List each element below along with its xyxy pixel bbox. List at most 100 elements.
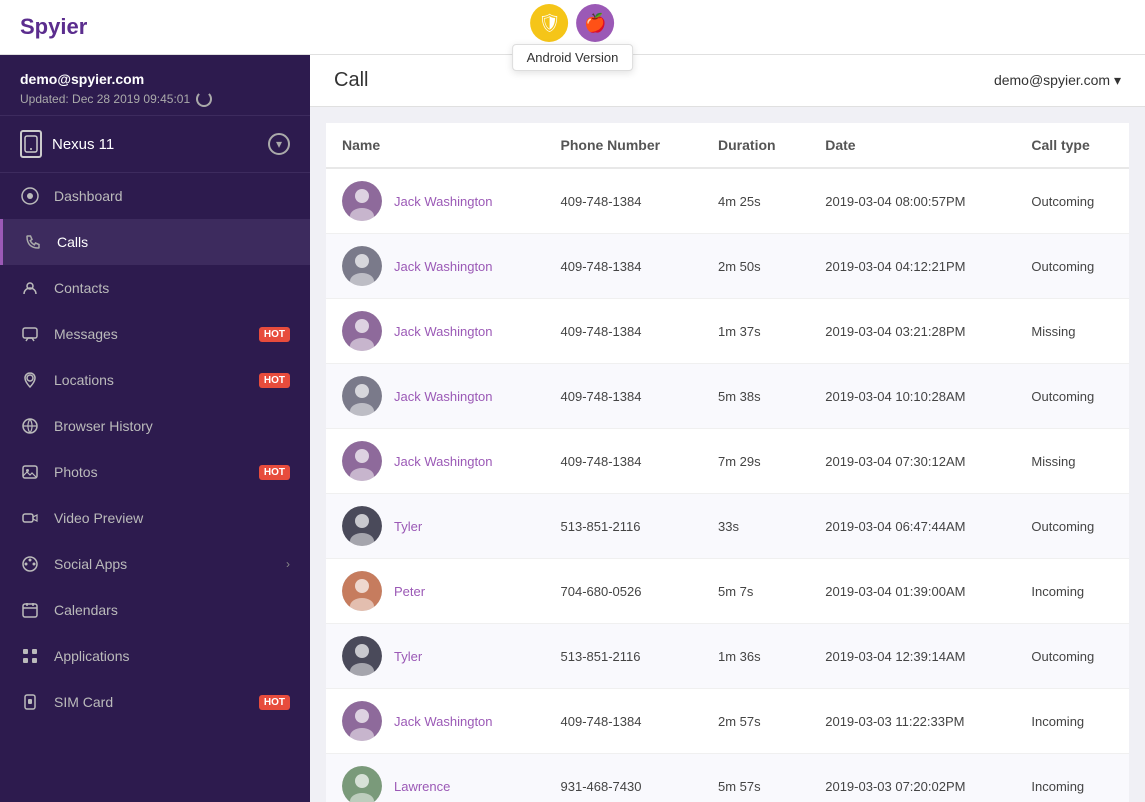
device-label: Nexus 11 bbox=[52, 136, 114, 153]
sidebar-item-social-apps[interactable]: Social Apps› bbox=[0, 541, 310, 587]
sidebar-item-label-dashboard: Dashboard bbox=[54, 188, 290, 204]
table-row: Jack Washington409-748-13844m 25s2019-03… bbox=[326, 168, 1129, 234]
avatar bbox=[342, 506, 382, 546]
sidebar-item-calls[interactable]: Calls bbox=[0, 219, 310, 265]
cell-date: 2019-03-03 07:20:02PM bbox=[809, 754, 1015, 802]
cell-phone: 409-748-1384 bbox=[545, 299, 703, 364]
cell-date: 2019-03-04 08:00:57PM bbox=[809, 168, 1015, 234]
contact-icon bbox=[20, 278, 40, 298]
cell-phone: 931-468-7430 bbox=[545, 754, 703, 802]
android-icon[interactable]: 🛡 bbox=[531, 4, 569, 42]
name-cell: Jack Washington bbox=[326, 689, 545, 754]
sidebar: demo@spyier.com Updated: Dec 28 2019 09:… bbox=[0, 55, 310, 802]
contact-name[interactable]: Jack Washington bbox=[394, 454, 493, 469]
header-user-email[interactable]: demo@spyier.com ▾ bbox=[994, 72, 1121, 89]
sidebar-item-video-preview[interactable]: Video Preview bbox=[0, 495, 310, 541]
name-cell: Jack Washington bbox=[326, 168, 545, 234]
col-header-name: Name bbox=[326, 123, 545, 168]
video-icon bbox=[20, 508, 40, 528]
hot-badge: HOT bbox=[259, 373, 290, 388]
cell-call-type: Outcoming bbox=[1015, 234, 1129, 299]
sidebar-item-label-applications: Applications bbox=[54, 648, 290, 664]
sidebar-item-label-calendars: Calendars bbox=[54, 602, 290, 618]
apps-icon bbox=[20, 646, 40, 666]
col-header-date: Date bbox=[809, 123, 1015, 168]
name-cell: Jack Washington bbox=[326, 429, 545, 494]
hot-badge: HOT bbox=[259, 695, 290, 710]
contact-name[interactable]: Tyler bbox=[394, 649, 422, 664]
contact-name[interactable]: Jack Washington bbox=[394, 194, 493, 209]
table-row: Jack Washington409-748-13841m 37s2019-03… bbox=[326, 299, 1129, 364]
name-cell: Tyler bbox=[326, 624, 545, 689]
cell-duration: 33s bbox=[702, 494, 809, 559]
device-icon bbox=[20, 130, 42, 158]
cell-duration: 5m 7s bbox=[702, 559, 809, 624]
cell-phone: 409-748-1384 bbox=[545, 168, 703, 234]
cell-phone: 704-680-0526 bbox=[545, 559, 703, 624]
sidebar-item-calendars[interactable]: Calendars bbox=[0, 587, 310, 633]
sidebar-item-browser-history[interactable]: Browser History bbox=[0, 403, 310, 449]
sidebar-item-messages[interactable]: MessagesHOT bbox=[0, 311, 310, 357]
sidebar-email: demo@spyier.com bbox=[20, 71, 290, 87]
call-table: NamePhone NumberDurationDateCall type Ja… bbox=[326, 123, 1129, 802]
sidebar-item-label-social-apps: Social Apps bbox=[54, 556, 272, 572]
contact-name[interactable]: Jack Washington bbox=[394, 714, 493, 729]
cell-call-type: Outcoming bbox=[1015, 624, 1129, 689]
sidebar-item-label-video-preview: Video Preview bbox=[54, 510, 290, 526]
table-container: NamePhone NumberDurationDateCall type Ja… bbox=[310, 107, 1145, 802]
sidebar-item-sim-card[interactable]: SIM Card HOT bbox=[0, 679, 310, 725]
contact-name[interactable]: Jack Washington bbox=[394, 389, 493, 404]
contact-name[interactable]: Lawrence bbox=[394, 779, 450, 794]
cell-phone: 513-851-2116 bbox=[545, 494, 703, 559]
sidebar-item-applications[interactable]: Applications bbox=[0, 633, 310, 679]
name-cell: Jack Washington bbox=[326, 364, 545, 429]
avatar bbox=[342, 636, 382, 676]
sidebar-item-label-sim-card: SIM Card bbox=[54, 694, 241, 710]
location-icon bbox=[20, 370, 40, 390]
contact-name[interactable]: Jack Washington bbox=[394, 259, 493, 274]
cell-call-type: Outcoming bbox=[1015, 494, 1129, 559]
refresh-icon[interactable] bbox=[196, 91, 212, 107]
cell-call-type: Incoming bbox=[1015, 559, 1129, 624]
browser-icon bbox=[20, 416, 40, 436]
col-header-duration: Duration bbox=[702, 123, 809, 168]
table-row: Jack Washington409-748-13847m 29s2019-03… bbox=[326, 429, 1129, 494]
cell-phone: 409-748-1384 bbox=[545, 689, 703, 754]
avatar bbox=[342, 246, 382, 286]
main-layout: demo@spyier.com Updated: Dec 28 2019 09:… bbox=[0, 55, 1145, 802]
sidebar-item-contacts[interactable]: Contacts bbox=[0, 265, 310, 311]
cell-phone: 409-748-1384 bbox=[545, 364, 703, 429]
cell-phone: 409-748-1384 bbox=[545, 429, 703, 494]
contact-name[interactable]: Jack Washington bbox=[394, 324, 493, 339]
name-cell: Jack Washington bbox=[326, 234, 545, 299]
sidebar-item-dashboard[interactable]: Dashboard bbox=[0, 173, 310, 219]
cell-call-type: Outcoming bbox=[1015, 168, 1129, 234]
name-cell: Peter bbox=[326, 559, 545, 624]
avatar bbox=[342, 441, 382, 481]
avatar bbox=[342, 376, 382, 416]
contact-name[interactable]: Tyler bbox=[394, 519, 422, 534]
avatar bbox=[342, 701, 382, 741]
phone-icon bbox=[23, 232, 43, 252]
message-icon bbox=[20, 324, 40, 344]
grid-icon bbox=[20, 186, 40, 206]
page-title: Call bbox=[334, 69, 368, 92]
sidebar-item-locations[interactable]: LocationsHOT bbox=[0, 357, 310, 403]
table-row: Lawrence931-468-74305m 57s2019-03-03 07:… bbox=[326, 754, 1129, 802]
apple-icon[interactable]: 🍎 bbox=[577, 4, 615, 42]
sidebar-user: demo@spyier.com Updated: Dec 28 2019 09:… bbox=[0, 55, 310, 116]
sidebar-item-photos[interactable]: PhotosHOT bbox=[0, 449, 310, 495]
table-row: Tyler513-851-21161m 36s2019-03-04 12:39:… bbox=[326, 624, 1129, 689]
cell-duration: 5m 38s bbox=[702, 364, 809, 429]
table-header: NamePhone NumberDurationDateCall type bbox=[326, 123, 1129, 168]
nav-container: Dashboard CallsContactsMessagesHOTLocatio… bbox=[0, 173, 310, 725]
hot-badge: HOT bbox=[259, 327, 290, 342]
contact-name[interactable]: Peter bbox=[394, 584, 425, 599]
cell-duration: 7m 29s bbox=[702, 429, 809, 494]
table-row: Jack Washington409-748-13842m 57s2019-03… bbox=[326, 689, 1129, 754]
device-dropdown[interactable]: ▾ bbox=[268, 133, 290, 155]
name-cell: Lawrence bbox=[326, 754, 545, 802]
sidebar-item-label-photos: Photos bbox=[54, 464, 241, 480]
cell-duration: 1m 37s bbox=[702, 299, 809, 364]
cell-duration: 2m 57s bbox=[702, 689, 809, 754]
